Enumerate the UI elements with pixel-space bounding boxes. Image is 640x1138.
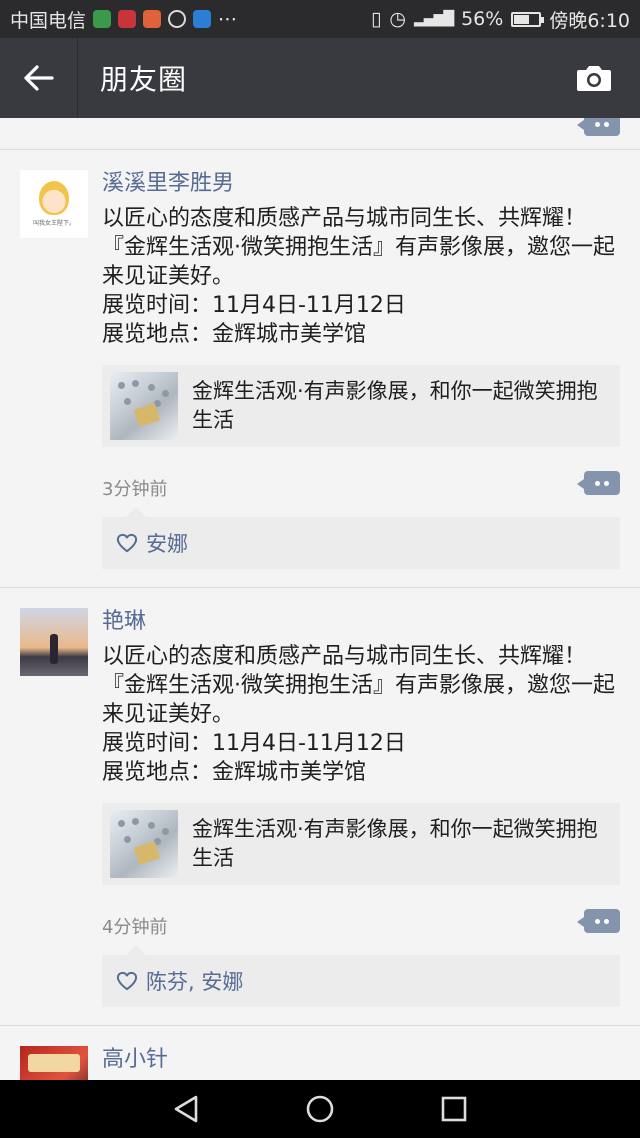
battery-fill	[514, 14, 529, 24]
vibrate-icon: ▯	[370, 8, 382, 30]
avatar-face-image	[39, 181, 69, 215]
avatar-caption: 叫我女王陛下。	[32, 220, 75, 227]
app-notification-icon	[193, 10, 212, 28]
post-meta: 4分钟前	[102, 907, 620, 945]
comment-button[interactable]	[577, 909, 620, 933]
moment-post: 叫我女王陛下。 溪溪里李胜男 以匠心的态度和质感产品与城市同生长、共辉耀！『金辉…	[0, 150, 640, 588]
app-notification-icon	[168, 10, 187, 28]
like-names[interactable]: 安娜	[146, 528, 188, 558]
link-title: 金辉生活观·有声影像展，和你一起微笑拥抱生活	[192, 379, 598, 432]
app-notification-icon	[93, 10, 112, 28]
nav-bar: 朋友圈	[0, 38, 640, 118]
camera-icon	[577, 66, 611, 91]
previous-post-partial	[0, 118, 640, 150]
heart-outline-icon	[116, 533, 138, 553]
comment-button[interactable]	[577, 118, 620, 136]
app-notification-icon	[118, 10, 137, 28]
clock: 傍晚6:10	[549, 9, 630, 32]
moment-post: 艳琳 以匠心的态度和质感产品与城市同生长、共辉耀！『金辉生活观·微笑拥抱生活』有…	[0, 588, 640, 1026]
post-meta: 3分钟前	[102, 469, 620, 507]
likes-bar: 陈芬, 安娜	[102, 945, 620, 1007]
alarm-icon: ◷	[389, 8, 407, 30]
avatar[interactable]: 叫我女王陛下。	[20, 170, 88, 238]
likes-bar: 安娜	[102, 507, 620, 569]
moments-feed[interactable]: 叫我女王陛下。 溪溪里李胜男 以匠心的态度和质感产品与城市同生长、共辉耀！『金辉…	[0, 118, 640, 1080]
back-button[interactable]	[0, 38, 78, 118]
post-time: 3分钟前	[102, 479, 168, 500]
status-bar: 中国电信 ⋯ ▯ ◷ ▂▄▆█ 56% 傍晚6:10	[0, 0, 640, 38]
post-time: 4分钟前	[102, 917, 168, 938]
avatar[interactable]	[20, 1046, 88, 1080]
moment-post: 高小针	[0, 1026, 640, 1080]
shared-link-card[interactable]: 金辉生活观·有声影像展，和你一起微笑拥抱生活	[102, 803, 620, 885]
poster-name[interactable]: 高小针	[102, 1046, 620, 1074]
battery-percent: 56%	[461, 8, 504, 30]
like-names[interactable]: 陈芬, 安娜	[146, 966, 243, 996]
page-title: 朋友圈	[100, 63, 188, 96]
app-notification-icon	[143, 10, 162, 28]
link-thumbnail	[110, 810, 178, 878]
link-title: 金辉生活观·有声影像展，和你一起微笑拥抱生活	[192, 817, 598, 870]
shared-link-card[interactable]: 金辉生活观·有声影像展，和你一起微笑拥抱生活	[102, 365, 620, 447]
carrier-label: 中国电信	[10, 9, 87, 32]
signal-icon: ▂▄▆█	[414, 11, 454, 27]
post-text: 以匠心的态度和质感产品与城市同生长、共辉耀！『金辉生活观·微笑拥抱生活』有声影像…	[102, 644, 615, 785]
avatar[interactable]	[20, 608, 88, 676]
avatar-image	[28, 1054, 80, 1072]
system-nav-bar	[0, 1080, 640, 1138]
poster-name[interactable]: 艳琳	[102, 608, 620, 636]
recents-square-icon[interactable]	[440, 1095, 468, 1123]
home-circle-icon[interactable]	[305, 1094, 335, 1124]
link-thumbnail	[110, 372, 178, 440]
avatar-figure-image	[50, 634, 58, 664]
arrow-left-icon	[23, 65, 54, 91]
heart-outline-icon	[116, 971, 138, 991]
more-notifications-icon: ⋯	[218, 8, 238, 30]
battery-icon	[511, 11, 545, 27]
comment-button[interactable]	[577, 471, 620, 495]
poster-name[interactable]: 溪溪里李胜男	[102, 170, 620, 198]
back-triangle-icon[interactable]	[172, 1094, 200, 1124]
post-text: 以匠心的态度和质感产品与城市同生长、共辉耀！『金辉生活观·微笑拥抱生活』有声影像…	[102, 206, 615, 347]
camera-button[interactable]	[574, 58, 614, 98]
